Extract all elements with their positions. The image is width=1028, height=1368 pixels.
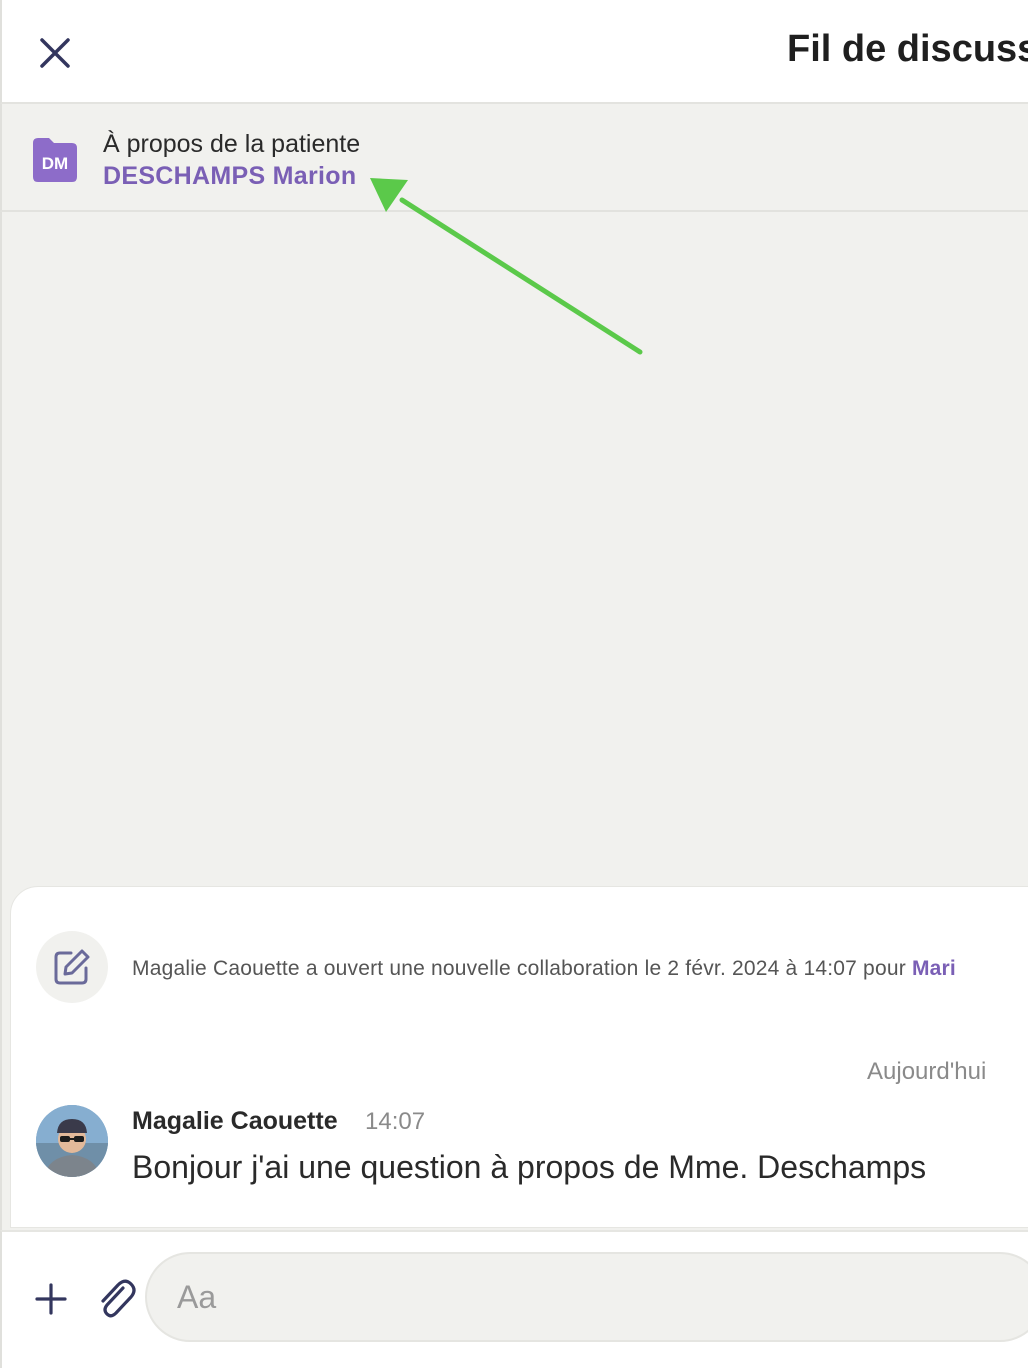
plus-icon[interactable] xyxy=(32,1280,70,1318)
message-input-box[interactable] xyxy=(145,1252,1028,1342)
system-event-icon-wrap xyxy=(36,931,108,1003)
user-avatar[interactable] xyxy=(36,1105,108,1177)
system-event-patient-link[interactable]: Mari xyxy=(912,957,956,980)
thread-header: Fil de discussi xyxy=(0,0,1028,104)
system-event-message: Magalie Caouette a ouvert une nouvelle c… xyxy=(132,957,912,980)
message-list: Magalie Caouette a ouvert une nouvelle c… xyxy=(10,886,1028,1228)
message-input[interactable] xyxy=(177,1254,1017,1340)
system-event-text: Magalie Caouette a ouvert une nouvelle c… xyxy=(132,957,956,981)
message-composer xyxy=(0,1230,1028,1368)
message-author: Magalie Caouette xyxy=(132,1107,338,1135)
edit-note-icon xyxy=(54,949,90,985)
thread-empty-area xyxy=(0,212,1028,888)
patient-initials: DM xyxy=(42,154,68,173)
page-title: Fil de discussi xyxy=(787,28,1028,70)
avatar-photo xyxy=(36,1105,108,1177)
day-separator: Aujourd'hui xyxy=(867,1058,987,1085)
patient-name-link[interactable]: DESCHAMPS Marion xyxy=(103,162,356,191)
message-time: 14:07 xyxy=(365,1108,426,1135)
message-body: Bonjour j'ai une question à propos de Mm… xyxy=(132,1149,927,1185)
patient-label: À propos de la patiente xyxy=(103,130,361,158)
patient-context-bar: DM À propos de la patiente DESCHAMPS Mar… xyxy=(0,104,1028,212)
paperclip-icon[interactable] xyxy=(96,1278,136,1320)
close-button[interactable] xyxy=(32,30,78,76)
panel-edge xyxy=(0,888,10,1230)
close-icon xyxy=(40,38,70,68)
folder-icon: DM xyxy=(33,138,77,182)
